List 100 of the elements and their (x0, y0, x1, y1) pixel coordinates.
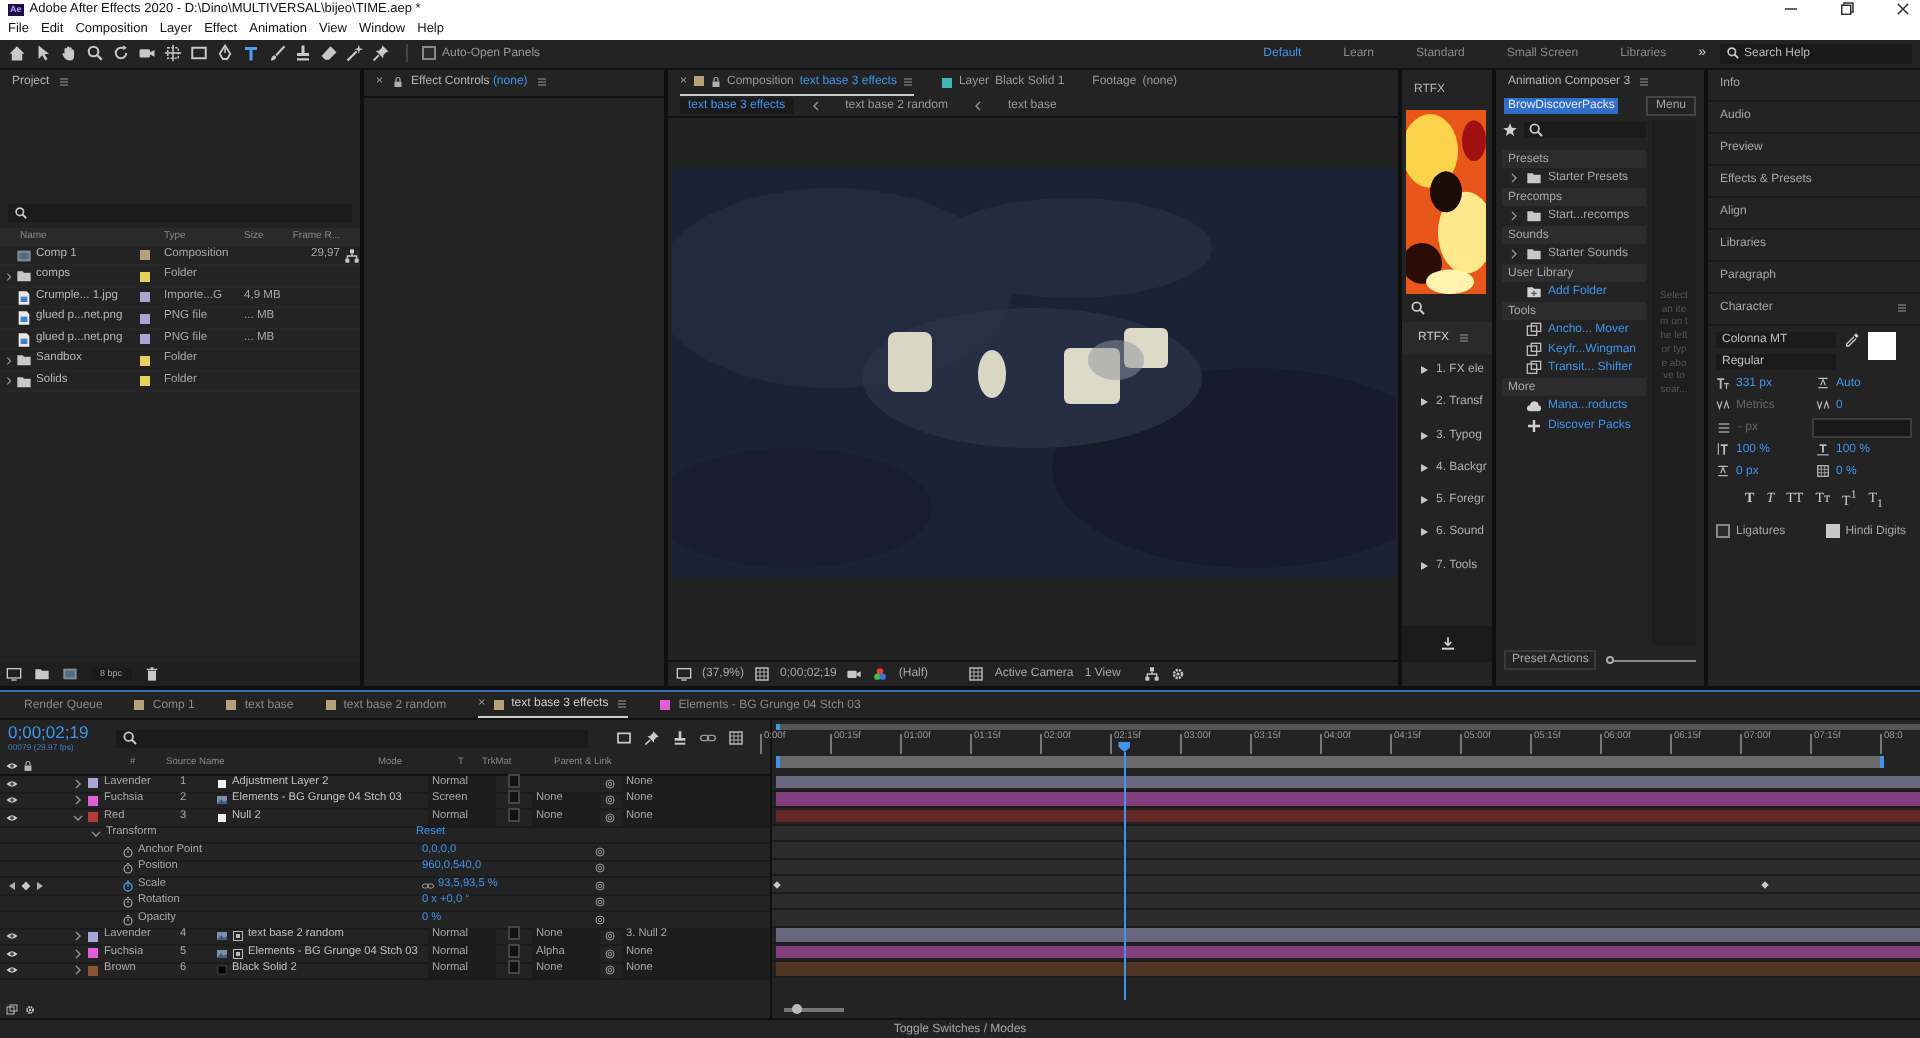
label-swatch[interactable] (88, 795, 98, 806)
stamp-icon[interactable] (294, 44, 312, 63)
label-swatch[interactable] (140, 313, 150, 324)
label-swatch[interactable] (140, 355, 150, 366)
lock-icon[interactable] (709, 75, 722, 88)
search-field[interactable] (8, 203, 352, 222)
camera-icon[interactable] (138, 44, 156, 63)
fill-color-swatch[interactable] (1868, 331, 1896, 360)
stopwatch-icon[interactable] (122, 896, 134, 909)
caret-icon[interactable] (72, 947, 84, 960)
eye-icon[interactable] (6, 964, 18, 977)
caret-icon[interactable] (1508, 172, 1520, 185)
pointer-icon[interactable] (34, 44, 52, 63)
label-swatch[interactable] (88, 812, 98, 823)
eye-icon[interactable] (6, 947, 18, 960)
eye-icon[interactable] (6, 811, 18, 824)
pen-icon[interactable] (216, 44, 234, 63)
stopwatch-icon[interactable] (122, 913, 134, 926)
caret-icon[interactable] (3, 271, 13, 282)
maximize-icon[interactable] (1838, 0, 1856, 19)
trash-icon[interactable] (144, 666, 161, 682)
lock-icon[interactable] (391, 76, 404, 89)
playhead[interactable] (1118, 742, 1131, 1000)
brush-icon[interactable] (268, 44, 286, 63)
grid-icon[interactable] (754, 666, 771, 682)
composition-icon[interactable] (62, 666, 78, 682)
home-icon[interactable] (8, 44, 26, 63)
search-icon[interactable] (1410, 299, 1426, 316)
label-swatch[interactable] (140, 376, 150, 387)
timecode[interactable]: 0;00;02;19 (8, 724, 104, 742)
stamp-icon[interactable] (672, 730, 688, 746)
settings-icon[interactable] (24, 1003, 36, 1015)
search-icon[interactable] (86, 44, 104, 63)
eraser-icon[interactable] (320, 44, 338, 63)
caret-icon[interactable] (1508, 248, 1520, 261)
checkbox[interactable] (422, 46, 436, 61)
close-icon[interactable] (1894, 0, 1912, 19)
label-swatch[interactable] (88, 965, 98, 976)
eyedropper-icon[interactable] (1844, 331, 1860, 348)
menu-icon[interactable] (616, 698, 629, 710)
eye-icon[interactable] (6, 794, 18, 807)
rotate-icon[interactable] (112, 44, 130, 63)
caret-icon[interactable] (72, 794, 84, 807)
label-swatch[interactable] (140, 334, 150, 345)
next-keyframe-icon[interactable] (34, 879, 46, 892)
caret-icon[interactable] (72, 930, 84, 943)
flowchart-icon[interactable] (344, 247, 360, 264)
menu-icon[interactable] (902, 75, 915, 88)
eye-icon[interactable] (6, 777, 18, 790)
menu-icon[interactable] (1896, 302, 1908, 315)
stopwatch-icon[interactable] (122, 845, 134, 858)
star-icon[interactable] (1502, 122, 1518, 139)
hand-icon[interactable] (60, 44, 78, 63)
slider[interactable] (1608, 656, 1696, 664)
grid-icon[interactable] (728, 730, 744, 746)
menu-icon[interactable] (1638, 75, 1651, 88)
caret-icon[interactable] (72, 811, 84, 824)
grid-icon[interactable] (968, 666, 985, 682)
caret-icon[interactable] (72, 964, 84, 977)
monitor-icon[interactable] (676, 666, 692, 682)
pin-icon[interactable] (644, 730, 660, 746)
eye-icon[interactable] (6, 930, 18, 943)
checkbox[interactable] (1825, 524, 1840, 539)
search-field[interactable] (1524, 122, 1646, 139)
label-swatch[interactable] (140, 271, 150, 282)
type-tool-icon[interactable] (242, 44, 260, 63)
label-swatch[interactable] (88, 778, 98, 789)
settings-icon[interactable] (1170, 666, 1187, 682)
keyframe-icon[interactable] (20, 879, 32, 892)
rectangle-icon[interactable] (190, 44, 208, 63)
caret-icon[interactable] (72, 777, 84, 790)
folder-icon[interactable] (34, 666, 50, 682)
menu-icon[interactable] (535, 76, 548, 89)
caret-icon[interactable] (90, 828, 102, 841)
slider-thumb[interactable] (791, 1004, 801, 1014)
slider-thumb[interactable] (1606, 656, 1615, 664)
pin-icon[interactable] (372, 44, 390, 63)
stopwatch-icon[interactable] (122, 862, 134, 875)
lock-icon[interactable] (22, 759, 34, 771)
label-swatch[interactable] (88, 931, 98, 942)
flowchart-icon[interactable] (1144, 666, 1161, 682)
search-field[interactable] (116, 729, 588, 747)
eye-icon[interactable] (6, 759, 18, 771)
stopwatch-icon[interactable] (122, 879, 134, 892)
menu-icon[interactable] (57, 75, 70, 88)
crosshair-icon[interactable] (164, 44, 182, 63)
label-swatch[interactable] (88, 948, 98, 959)
camera-icon[interactable] (846, 666, 863, 682)
caret-icon[interactable] (1508, 210, 1520, 223)
download-icon[interactable] (1439, 636, 1455, 652)
checkbox[interactable] (1716, 524, 1730, 539)
color-channels-icon[interactable] (872, 666, 889, 682)
label-swatch[interactable] (140, 292, 150, 303)
label-swatch[interactable] (140, 250, 150, 261)
link-icon[interactable] (422, 879, 434, 892)
layer-bar[interactable] (776, 775, 1920, 788)
wand-icon[interactable] (346, 44, 364, 63)
link-icon[interactable] (700, 730, 716, 746)
rectangle-icon[interactable] (616, 730, 632, 746)
previous-keyframe-icon[interactable] (6, 879, 18, 892)
